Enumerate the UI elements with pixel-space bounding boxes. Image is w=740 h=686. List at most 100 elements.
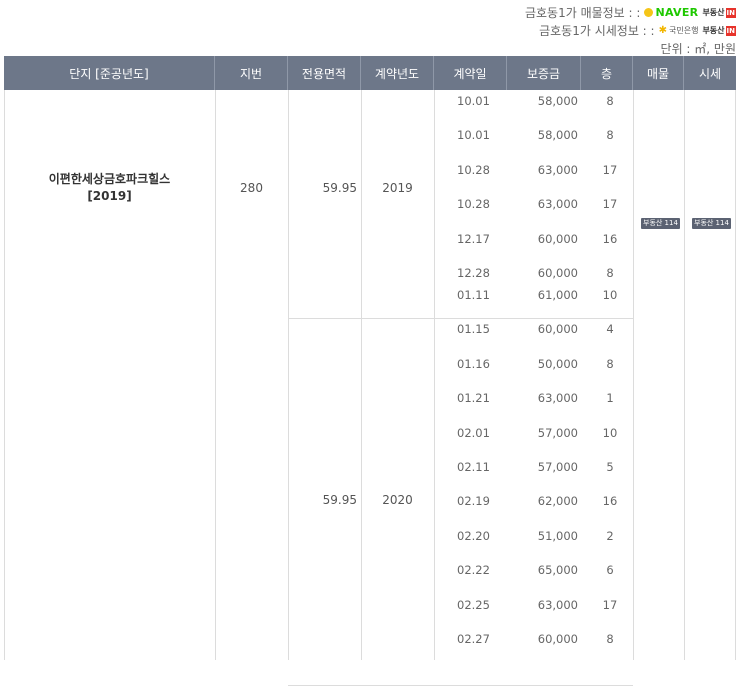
floor-value: 4 <box>606 322 614 336</box>
table-row: 02.19 62,000 16 <box>435 494 634 514</box>
table-row: 02.20 51,000 2 <box>435 529 634 549</box>
contract-date: 02.20 <box>457 529 490 543</box>
table-row: 12.17 60,000 16 <box>435 232 634 252</box>
table-row: 02.22 65,000 6 <box>435 563 634 583</box>
deposit-value: 63,000 <box>537 598 578 612</box>
col-header-floor: 층 <box>581 56 633 90</box>
deposit-value: 57,000 <box>537 426 578 440</box>
deposit-value: 63,000 <box>537 163 578 177</box>
table-row: 02.11 57,000 5 <box>435 460 634 480</box>
table-row: 02.25 63,000 17 <box>435 598 634 618</box>
bds-link-listing[interactable]: 부동산 IN <box>702 7 736 18</box>
complex-cell[interactable]: 이편한세상금호파크힐스 [2019] <box>4 90 215 286</box>
contract-date: 01.11 <box>457 288 490 302</box>
year-cell-group-1: 2019 <box>382 181 413 195</box>
contract-date: 10.01 <box>457 128 490 142</box>
unit-label: 단위 : ㎡, 만원 <box>660 42 736 56</box>
deposit-value: 65,000 <box>537 563 578 577</box>
naver-text: NAVER <box>655 6 699 19</box>
area-cell-group-2: 59.95 <box>322 493 357 507</box>
listing-info-label: 금호동1가 매물정보 : : <box>524 6 641 20</box>
bds-link-price[interactable]: 부동산 IN <box>702 25 736 36</box>
table-row: 01.11 61,000 10 <box>435 288 634 308</box>
deposit-value: 58,000 <box>537 128 578 142</box>
col-header-complex: 단지 [준공년도] <box>4 56 215 90</box>
contract-date: 10.28 <box>457 163 490 177</box>
floor-value: 10 <box>602 426 618 440</box>
contract-date: 10.28 <box>457 197 490 211</box>
col-header-area: 전용면적 <box>288 56 361 90</box>
table-row: 01.15 60,000 4 <box>435 322 634 342</box>
bds-box: IN <box>725 25 736 36</box>
col-header-price: 시세 <box>698 66 722 81</box>
contract-date: 01.15 <box>457 322 490 336</box>
floor-value: 17 <box>602 197 618 211</box>
deposit-value: 51,000 <box>537 529 578 543</box>
deposit-value: 62,000 <box>537 494 578 508</box>
deposit-value: 60,000 <box>537 632 578 646</box>
contract-date: 02.01 <box>457 426 490 440</box>
price-info-label: 금호동1가 시세정보 : : <box>539 24 655 38</box>
floor-value: 8 <box>606 357 614 371</box>
table-row: 10.01 58,000 8 <box>435 94 634 114</box>
listing-badge[interactable]: 부동산 114 <box>641 218 680 229</box>
floor-value: 6 <box>606 563 614 577</box>
kb-link[interactable]: ✱ 국민은행 <box>659 25 699 36</box>
contract-date: 12.17 <box>457 232 490 246</box>
kb-star-icon: ✱ <box>658 25 667 36</box>
table-row: 12.28 60,000 8 <box>435 266 634 286</box>
table-row: 01.16 50,000 8 <box>435 357 634 377</box>
deposit-value: 63,000 <box>537 391 578 405</box>
lot-cell: 280 <box>240 181 263 195</box>
floor-value: 16 <box>602 232 618 246</box>
floor-value: 1 <box>606 391 614 405</box>
deposit-value: 57,000 <box>537 460 578 474</box>
contract-date: 01.21 <box>457 391 490 405</box>
floor-value: 5 <box>606 460 614 474</box>
year-cell-group-2: 2020 <box>382 493 413 507</box>
floor-value: 10 <box>602 288 618 302</box>
col-header-listing: 매물 <box>633 56 684 90</box>
deposit-value: 61,000 <box>537 288 578 302</box>
kb-text: 국민은행 <box>668 26 699 35</box>
listing-info-line: 금호동1가 매물정보 : : NAVER 부동산 IN <box>525 4 736 21</box>
contract-date: 10.01 <box>457 94 490 108</box>
deposit-value: 60,000 <box>537 266 578 280</box>
bds-box: IN <box>725 7 736 18</box>
floor-value: 2 <box>606 529 614 543</box>
col-header-date: 계약일 <box>434 56 507 90</box>
contract-date: 02.27 <box>457 632 490 646</box>
contract-date: 02.22 <box>457 563 490 577</box>
deposit-value: 50,000 <box>537 357 578 371</box>
contract-date: 02.25 <box>457 598 490 612</box>
complex-built-year: [2019] <box>87 189 132 203</box>
price-info-line: 금호동1가 시세정보 : : ✱ 국민은행 부동산 IN <box>539 22 736 39</box>
deposit-value: 63,000 <box>537 197 578 211</box>
contract-date: 02.19 <box>457 494 490 508</box>
table-row: 10.28 63,000 17 <box>435 163 634 183</box>
col-header-year: 계약년도 <box>361 56 434 90</box>
floor-value: 8 <box>606 266 614 280</box>
contract-date: 12.28 <box>457 266 490 280</box>
naver-icon <box>644 8 654 17</box>
table-row: 02.01 57,000 10 <box>435 426 634 446</box>
bds-text: 부동산 <box>702 26 725 35</box>
naver-link[interactable]: NAVER <box>644 6 698 19</box>
deposit-value: 60,000 <box>537 322 578 336</box>
floor-value: 16 <box>602 494 618 508</box>
table-row: 10.28 63,000 17 <box>435 197 634 217</box>
floor-value: 8 <box>606 94 614 108</box>
table-row: 10.01 58,000 8 <box>435 128 634 148</box>
floor-value: 8 <box>606 128 614 142</box>
table-row: 01.21 63,000 1 <box>435 391 634 411</box>
table-row: 02.27 60,000 8 <box>435 632 634 652</box>
table-body: 이편한세상금호파크힐스 [2019] 280 59.95 2019 59.95 … <box>4 90 736 686</box>
col-header-deposit: 보증금 <box>507 56 581 90</box>
bds-text: 부동산 <box>702 8 725 17</box>
area-cell-group-1: 59.95 <box>322 181 357 195</box>
contract-date: 01.16 <box>457 357 490 371</box>
deposit-value: 58,000 <box>537 94 578 108</box>
complex-name[interactable]: 이편한세상금호파크힐스 <box>49 171 170 188</box>
price-badge[interactable]: 부동산 114 <box>692 218 731 229</box>
col-header-lot: 지번 <box>215 56 288 90</box>
